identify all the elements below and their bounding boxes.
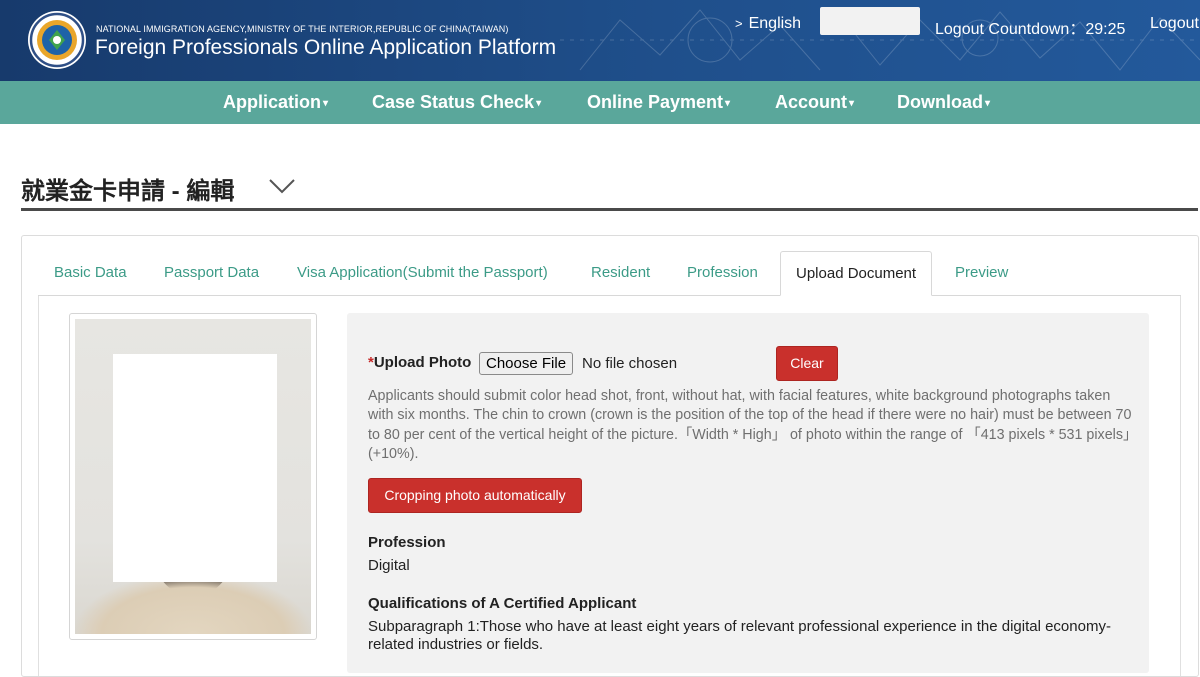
site-title: Foreign Professionals Online Application… — [95, 36, 557, 59]
nav-case-status-check[interactable]: Case Status Check ▾ — [372, 92, 541, 113]
caret-down-icon: ▾ — [725, 98, 731, 109]
logout-link[interactable]: Logout — [1150, 15, 1199, 33]
photo-redaction — [113, 354, 277, 582]
language-switch[interactable]: > English — [735, 15, 801, 33]
qualification-value: Subparagraph 1:Those who have at least e… — [368, 618, 1111, 653]
caret-down-icon: ▾ — [985, 98, 991, 109]
photo-preview-frame — [69, 313, 317, 640]
applicant-photo — [75, 319, 311, 634]
qualification-label: Qualifications of A Certified Applicant — [368, 595, 637, 612]
nav-label: Download — [897, 92, 983, 112]
chevron-right-icon: > — [735, 16, 743, 31]
caret-down-icon: ▾ — [849, 98, 855, 109]
page-title-bar: 就業金卡申請 - 編輯 — [21, 168, 1198, 211]
agency-seal-icon[interactable] — [27, 10, 87, 70]
photo-shoulders — [75, 574, 311, 634]
choose-file-button[interactable]: Choose File — [479, 352, 574, 375]
profession-label: Profession — [368, 534, 446, 551]
logout-countdown: Logout Countdown：29:25 — [935, 21, 1126, 38]
nav-label: Account — [775, 92, 847, 112]
nav-label: Online Payment — [587, 92, 724, 112]
language-label: English — [748, 15, 802, 32]
clear-button[interactable]: Clear — [776, 346, 838, 381]
nav-account[interactable]: Account ▾ — [775, 92, 854, 113]
caret-down-icon: ▾ — [323, 98, 329, 109]
nav-label: Case Status Check — [372, 92, 535, 112]
tab-passport-data[interactable]: Passport Data — [164, 264, 259, 281]
user-name-box — [820, 7, 920, 35]
file-status-text: No file chosen — [582, 355, 678, 372]
tab-resident[interactable]: Resident — [591, 264, 650, 281]
tab-upload-document[interactable]: Upload Document — [780, 251, 933, 296]
crop-photo-button[interactable]: Cropping photo automatically — [368, 478, 582, 513]
tab-basic-data[interactable]: Basic Data — [54, 264, 127, 281]
nav-application[interactable]: Application ▾ — [223, 92, 328, 113]
panel-border — [1180, 296, 1181, 676]
photo-requirements-text: Applicants should submit color head shot… — [368, 388, 1138, 462]
nav-label: Application — [223, 92, 321, 112]
tab-preview[interactable]: Preview — [955, 264, 1008, 281]
panel-border — [38, 296, 39, 676]
site-header: NATIONAL IMMIGRATION AGENCY,MINISTRY OF … — [0, 0, 1200, 81]
page-title: 就業金卡申請 - 編輯 — [21, 178, 235, 205]
tabs-divider — [38, 295, 1181, 296]
upload-photo-text: Upload Photo — [373, 354, 472, 371]
nav-online-payment[interactable]: Online Payment ▾ — [587, 92, 730, 113]
main-nav: Application ▾ Case Status Check ▾ Online P… — [0, 81, 1200, 124]
agency-name: NATIONAL IMMIGRATION AGENCY,MINISTRY OF … — [96, 24, 509, 34]
caret-down-icon: ▾ — [536, 98, 542, 109]
nav-download[interactable]: Download ▾ — [897, 92, 990, 113]
chevron-down-icon[interactable] — [268, 177, 296, 195]
tab-visa-application[interactable]: Visa Application(Submit the Passport) — [297, 264, 548, 281]
profession-value: Digital — [368, 557, 410, 574]
tab-profession[interactable]: Profession — [687, 264, 758, 281]
upload-photo-label: *Upload Photo — [368, 354, 471, 371]
